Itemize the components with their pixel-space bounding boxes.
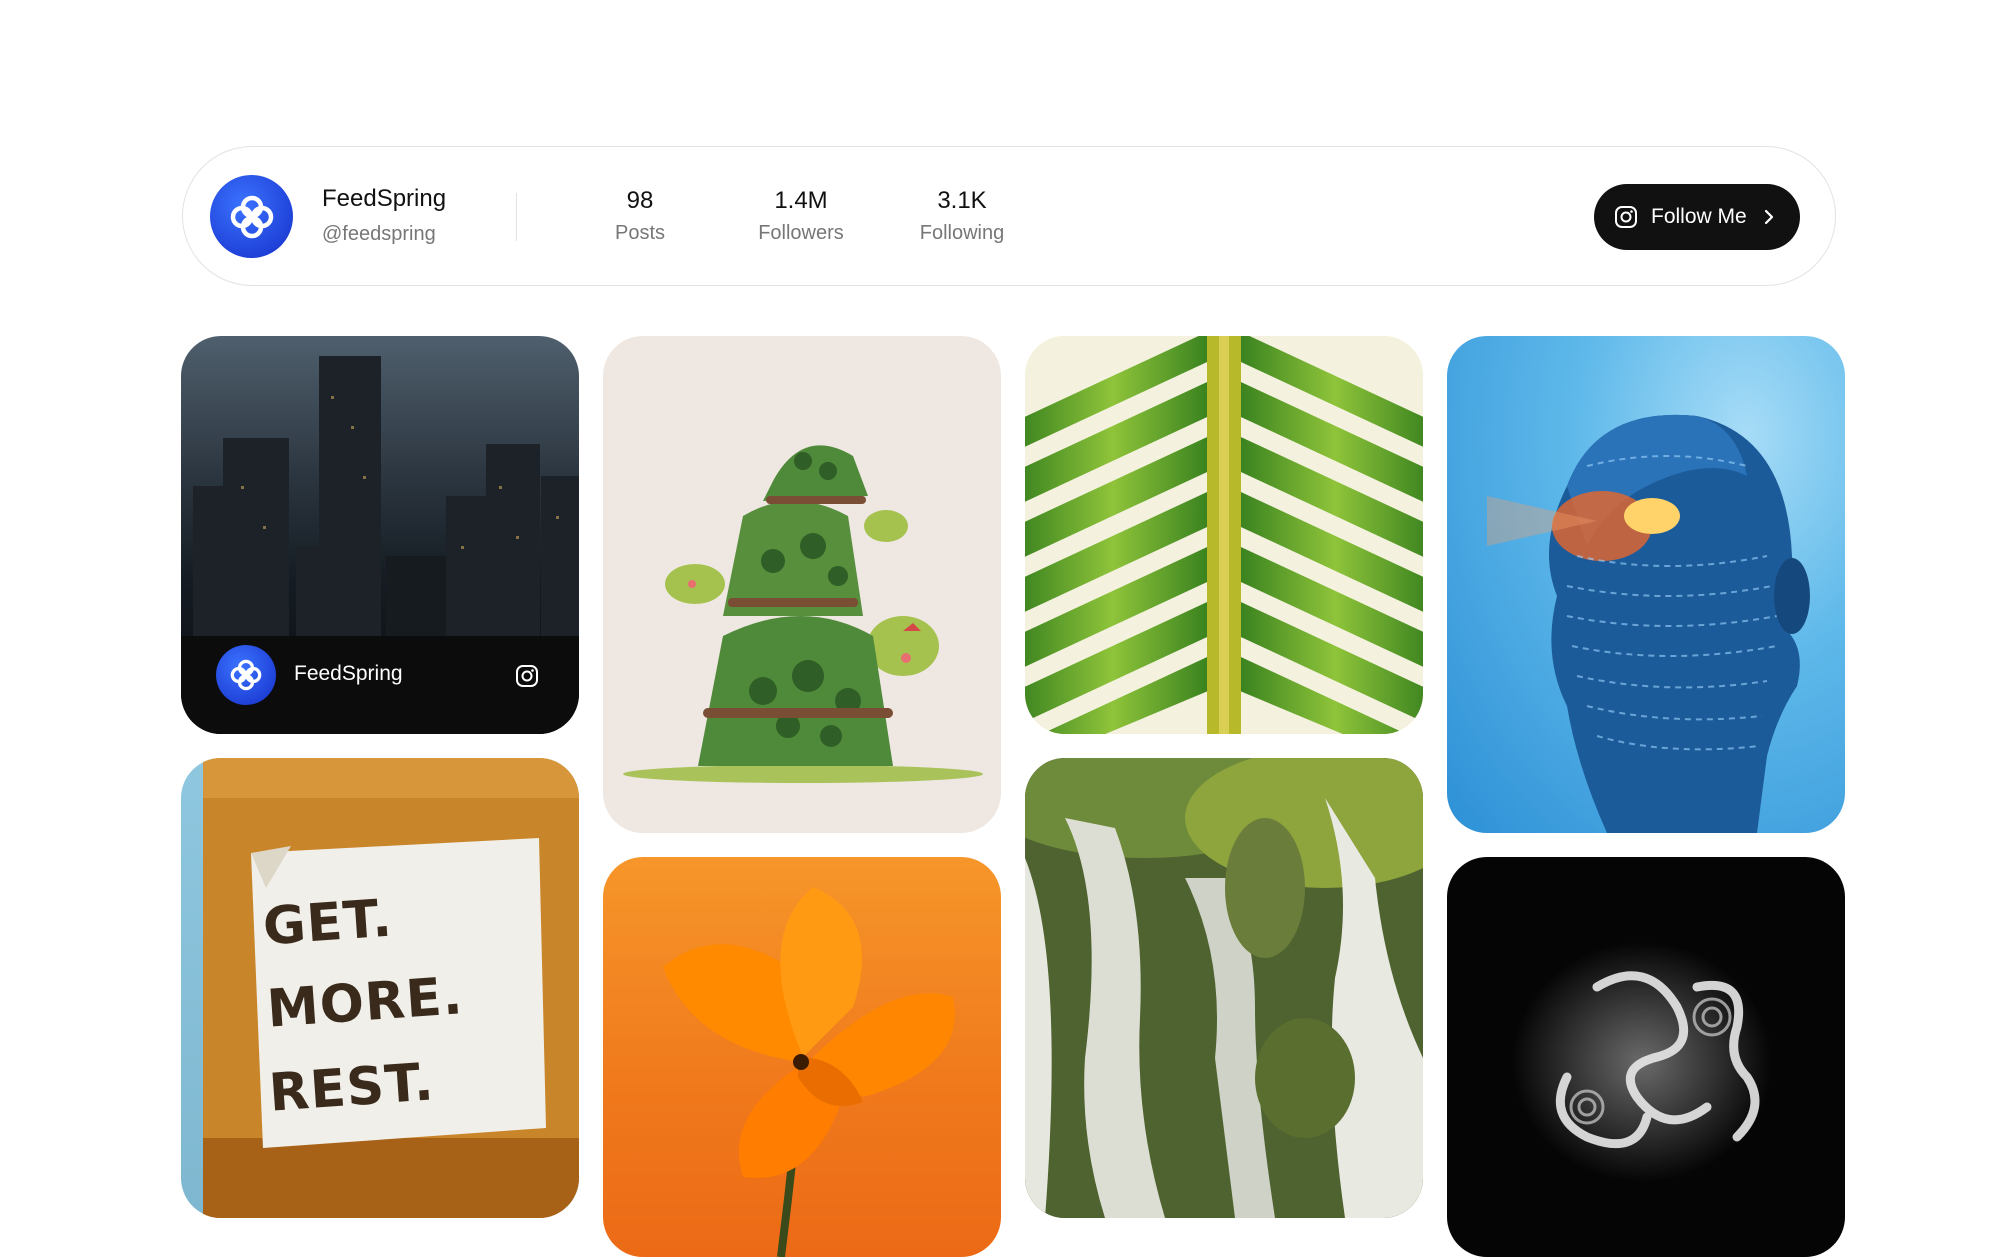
poppy-image (663, 887, 955, 1257)
clover-logo-icon (230, 659, 262, 691)
sign-line: GET. (261, 888, 395, 958)
divider (516, 193, 517, 241)
stat-value: 1.4M (774, 187, 828, 214)
smoke-art-image (1512, 942, 1772, 1182)
feed-post-face[interactable] (1447, 336, 1845, 833)
turtles-illustration (623, 445, 983, 783)
face-render-image (1487, 414, 1810, 833)
stat-value: 3.1K (937, 187, 987, 214)
stat-label: Posts (614, 222, 666, 244)
clover-logo-icon (230, 195, 273, 238)
feed-post-sign[interactable]: GET. MORE. REST. (181, 758, 579, 1218)
stat-posts: 98 Posts (570, 187, 710, 245)
instagram-icon (1614, 205, 1638, 229)
stat-followers: 1.4M Followers (731, 187, 871, 245)
sign-line: REST. (267, 1052, 437, 1124)
leaf-image (1025, 336, 1423, 734)
feed-post-waterfall[interactable] (1025, 758, 1423, 1218)
follow-me-button[interactable]: Follow Me (1594, 184, 1800, 250)
waterfall-image (1025, 758, 1423, 1218)
account-handle: @feedspring (322, 223, 436, 245)
feed-post-leaf[interactable] (1025, 336, 1423, 734)
chevron-right-icon (1763, 209, 1775, 225)
feed-post-smoke[interactable] (1447, 857, 1845, 1257)
stat-value: 98 (626, 187, 654, 214)
feed-post-city[interactable]: FeedSpring (181, 336, 579, 734)
stat-label: Following (919, 222, 1005, 244)
avatar-small[interactable] (216, 645, 276, 705)
account-name: FeedSpring (322, 185, 447, 212)
avatar[interactable] (210, 175, 293, 258)
instagram-icon[interactable] (515, 664, 539, 693)
profile-bar: FeedSpring @feedspring 98 Posts 1.4M Fol… (182, 146, 1836, 286)
feed-post-flower[interactable] (603, 857, 1001, 1257)
stat-label: Followers (758, 222, 844, 244)
stat-following: 3.1K Following (892, 187, 1032, 245)
feed-post-turtles[interactable] (603, 336, 1001, 833)
post-account-name: FeedSpring (294, 662, 403, 685)
follow-label: Follow Me (1651, 205, 1747, 228)
